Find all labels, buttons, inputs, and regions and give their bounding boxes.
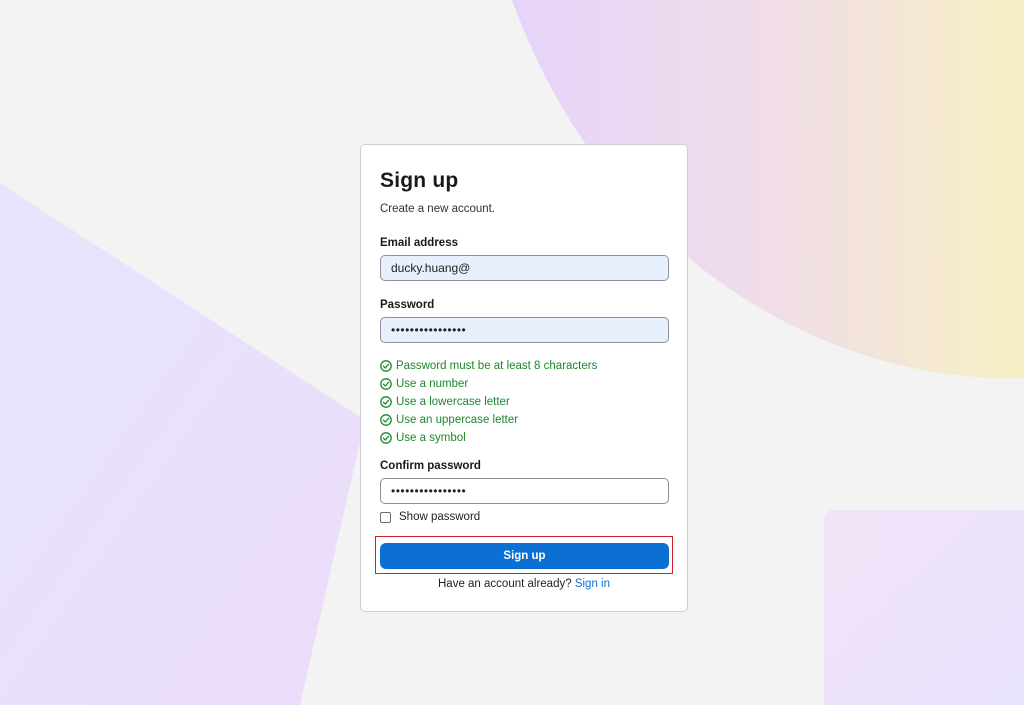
password-rule: Use a lowercase letter	[380, 393, 597, 411]
email-field[interactable]	[380, 255, 669, 281]
password-rule-text: Use a number	[396, 378, 469, 390]
password-rule: Use an uppercase letter	[380, 411, 597, 429]
password-rule-text: Use a symbol	[396, 432, 466, 444]
check-circle-icon	[380, 378, 392, 390]
password-field[interactable]	[380, 317, 669, 343]
check-circle-icon	[380, 396, 392, 408]
show-password-label: Show password	[399, 511, 481, 523]
password-rule-text: Use a lowercase letter	[396, 396, 510, 408]
page-subtitle: Create a new account.	[380, 203, 496, 215]
signin-prompt: Have an account already? Sign in	[361, 578, 687, 590]
show-password-checkbox[interactable]	[380, 511, 391, 523]
check-circle-icon	[380, 414, 392, 426]
check-circle-icon	[380, 360, 392, 372]
password-rule: Use a symbol	[380, 429, 597, 447]
email-label: Email address	[380, 237, 458, 249]
signin-prompt-text: Have an account already?	[438, 578, 572, 590]
confirm-password-label: Confirm password	[380, 460, 481, 472]
password-rules-list: Password must be at least 8 characters U…	[380, 357, 597, 447]
password-label: Password	[380, 299, 435, 311]
show-password-toggle[interactable]: Show password	[380, 511, 480, 523]
password-rule: Use a number	[380, 375, 597, 393]
check-circle-icon	[380, 432, 392, 444]
password-rule-text: Password must be at least 8 characters	[396, 360, 598, 372]
signup-card: Sign up Create a new account. Email addr…	[360, 144, 688, 612]
password-rule-text: Use an uppercase letter	[396, 414, 519, 426]
confirm-password-field[interactable]	[380, 478, 669, 504]
page-title: Sign up	[380, 169, 459, 192]
signup-button[interactable]: Sign up	[380, 543, 669, 569]
password-rule: Password must be at least 8 characters	[380, 357, 597, 375]
signin-link[interactable]: Sign in	[575, 578, 610, 590]
